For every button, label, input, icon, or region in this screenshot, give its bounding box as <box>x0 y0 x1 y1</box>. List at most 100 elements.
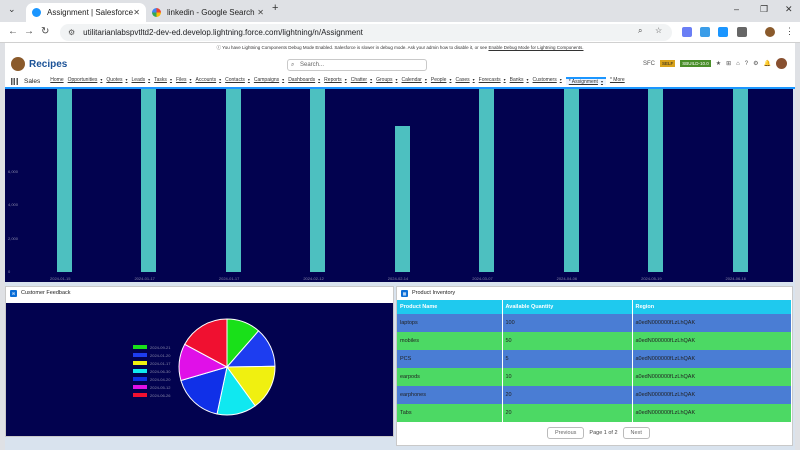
tab-assignment[interactable]: Assignment | Salesforce ✕ <box>26 3 146 22</box>
chevron-down-icon[interactable]: ▾ <box>425 77 427 82</box>
nav-item[interactable]: Groups ▾ <box>376 77 397 85</box>
chevron-down-icon[interactable]: ▾ <box>318 77 320 82</box>
favorites-star-icon[interactable]: ★ <box>716 60 721 67</box>
nav-item[interactable]: Chatter ▾ <box>351 77 372 85</box>
setup-gear-icon[interactable]: ⚙ <box>753 60 758 67</box>
app-launcher-icon[interactable] <box>11 77 18 85</box>
user-avatar[interactable] <box>776 58 787 69</box>
nav-item-label: Accounts <box>195 77 217 83</box>
tab-search-icon[interactable]: ⌄ <box>8 4 16 15</box>
chevron-down-icon[interactable]: ▾ <box>449 77 451 82</box>
extension-icon[interactable] <box>718 27 728 37</box>
zoom-icon[interactable]: ⌕ <box>638 26 642 36</box>
chevron-down-icon[interactable]: ▾ <box>345 77 347 82</box>
nav-item[interactable]: Home <box>50 77 63 85</box>
nav-item[interactable]: * More <box>610 77 625 85</box>
forward-button[interactable]: → <box>24 26 34 37</box>
add-icon[interactable]: ⊞ <box>726 60 731 67</box>
chevron-down-icon[interactable]: ▾ <box>190 77 192 82</box>
nav-item[interactable]: Quotes ▾ <box>106 77 127 85</box>
chevron-down-icon[interactable]: ▾ <box>601 79 603 84</box>
extension-icon[interactable] <box>682 27 692 37</box>
close-tab-icon[interactable]: ✕ <box>257 8 264 17</box>
bar[interactable] <box>57 89 72 272</box>
back-button[interactable]: ← <box>8 26 18 37</box>
nav-item[interactable]: Campaigns ▾ <box>254 77 284 85</box>
bar[interactable] <box>648 89 664 272</box>
nav-item[interactable]: Calendar ▾ <box>402 77 427 85</box>
nav-item-label: Leads <box>131 77 146 83</box>
chevron-down-icon[interactable]: ▾ <box>370 77 372 82</box>
column-header[interactable]: Region <box>632 300 792 314</box>
profile-avatar[interactable] <box>765 27 775 37</box>
chevron-down-icon[interactable]: ▾ <box>282 77 284 82</box>
column-header[interactable]: Available Quantity <box>502 300 633 314</box>
chevron-down-icon[interactable]: ▾ <box>396 77 398 82</box>
close-window-button[interactable]: ✕ <box>785 4 793 15</box>
nav-item[interactable]: Banks ▾ <box>510 77 529 85</box>
bar[interactable] <box>479 89 495 272</box>
trailhead-icon[interactable]: ⌂ <box>736 61 740 67</box>
bar[interactable] <box>225 89 241 272</box>
close-tab-icon[interactable]: ✕ <box>133 8 140 17</box>
nav-item[interactable]: Accounts ▾ <box>196 77 222 85</box>
help-icon[interactable]: ? <box>745 61 748 67</box>
debug-mode-banner: ⓘ You have Lightning Components Debug Mo… <box>5 43 795 53</box>
table-row[interactable]: mobiles 50 a0edN000000fLzLhQAK <box>397 332 792 350</box>
chevron-down-icon[interactable]: ▾ <box>504 77 506 82</box>
nav-item[interactable]: Cases ▾ <box>455 77 474 85</box>
chevron-down-icon[interactable]: ▾ <box>170 77 172 82</box>
previous-button[interactable]: Previous <box>547 427 585 439</box>
bar[interactable] <box>394 125 410 272</box>
table-row[interactable]: Tabs 20 a0edN000000fLzLhQAK <box>397 404 792 422</box>
minimize-button[interactable]: – <box>734 4 739 14</box>
nav-item[interactable]: Opportunities ▾ <box>68 77 103 85</box>
y-tick-label: 0 <box>8 269 11 274</box>
nav-item[interactable]: Customers ▾ <box>533 77 562 85</box>
table-row[interactable]: earphones 20 a0edN000000fLzLhQAK <box>397 386 792 404</box>
nav-item[interactable]: Dashboards ▾ <box>288 77 320 85</box>
salesforce-cloud-icon <box>32 8 41 17</box>
nav-item[interactable]: Tasks ▾ <box>154 77 172 85</box>
nav-item[interactable]: Forecasts ▾ <box>479 77 506 85</box>
header-utilities: SFC SELF SBUILD-10.0 ★ ⊞ ⌂ ? ⚙ 🔔 <box>643 58 787 69</box>
tab-linkedin-search[interactable]: linkedin - Google Search ✕ <box>146 3 270 22</box>
chevron-down-icon[interactable]: ▾ <box>219 77 221 82</box>
nav-item[interactable]: * Assignment ▾ <box>565 77 606 85</box>
enable-debug-link[interactable]: Enable Debug Mode for Lightning Componen… <box>488 45 583 50</box>
site-info-icon[interactable]: ⚙ <box>68 28 75 37</box>
notifications-bell-icon[interactable]: 🔔 <box>764 60 771 67</box>
new-tab-button[interactable]: + <box>272 2 278 14</box>
global-search-input[interactable]: ⌕ Search... <box>287 59 427 71</box>
nav-item-label: Reports <box>324 77 342 83</box>
table-row[interactable]: earpods 10 a0edN000000fLzLhQAK <box>397 368 792 386</box>
nav-item[interactable]: Files ▾ <box>176 77 192 85</box>
bar[interactable] <box>732 89 748 272</box>
bar[interactable] <box>310 89 326 272</box>
chevron-down-icon[interactable]: ▾ <box>148 77 150 82</box>
nav-item[interactable]: Contacts ▾ <box>225 77 250 85</box>
maximize-button[interactable]: ❐ <box>760 4 768 15</box>
column-header[interactable]: Product Name <box>397 300 503 314</box>
bookmark-star-icon[interactable]: ☆ <box>655 26 662 35</box>
table-row[interactable]: laptops 100 a0edN000000fLzLhQAK <box>397 314 792 332</box>
address-bar[interactable]: ⚙ utilitarianlabspvtltd2-dev-ed.develop.… <box>60 24 672 41</box>
chevron-down-icon[interactable]: ▾ <box>248 77 250 82</box>
table-row[interactable]: PCS 5 a0edN000000fLzLhQAK <box>397 350 792 368</box>
chevron-down-icon[interactable]: ▾ <box>560 77 562 82</box>
reload-button[interactable]: ↻ <box>41 26 49 37</box>
chevron-down-icon[interactable]: ▾ <box>527 77 529 82</box>
extension-icon[interactable] <box>700 27 710 37</box>
extensions-puzzle-icon[interactable] <box>737 27 747 37</box>
bar[interactable] <box>141 89 157 272</box>
next-button[interactable]: Next <box>622 427 650 439</box>
chevron-down-icon[interactable]: ▾ <box>473 77 475 82</box>
chevron-down-icon[interactable]: ▾ <box>100 77 102 82</box>
x-tick-label: 2024-03-07 <box>472 276 493 281</box>
bar[interactable] <box>563 89 579 272</box>
browser-menu-icon[interactable]: ⋮ <box>785 26 794 37</box>
nav-item[interactable]: Reports ▾ <box>324 77 347 85</box>
nav-item[interactable]: People ▾ <box>431 77 452 85</box>
chevron-down-icon[interactable]: ▾ <box>126 77 128 82</box>
nav-item[interactable]: Leads ▾ <box>132 77 151 85</box>
